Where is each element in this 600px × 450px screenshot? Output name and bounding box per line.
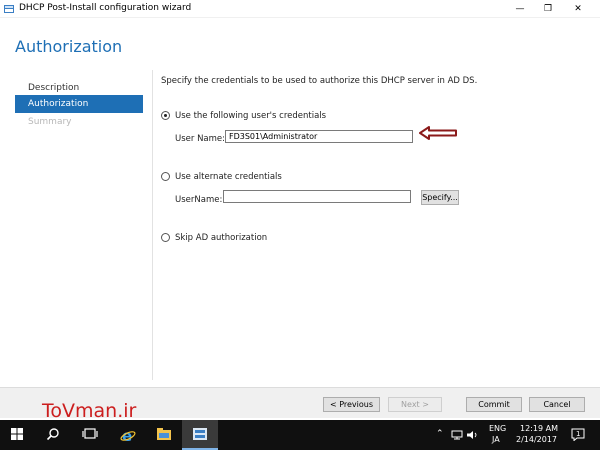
previous-button[interactable]: < Previous [323, 397, 380, 412]
watermark-text: ToVman.ir [42, 400, 137, 422]
wizard-screen: DHCP Post-Install configuration wizard —… [0, 0, 600, 450]
notifications-count: 1 [576, 430, 581, 438]
network-icon[interactable] [451, 430, 463, 440]
alternate-user-name-label: UserName: [175, 195, 223, 205]
radio-user-credentials[interactable] [161, 111, 170, 120]
clock-time[interactable]: 12:19 AM [520, 424, 558, 433]
keyboard-indicator[interactable]: JA [492, 435, 500, 444]
user-name-label: User Name: [175, 134, 226, 144]
search-icon [46, 428, 59, 441]
server-manager-icon [193, 428, 207, 440]
intro-text: Specify the credentials to be used to au… [161, 76, 478, 86]
next-button[interactable]: Next > [388, 397, 442, 412]
task-view-icon [82, 428, 98, 439]
radio-alternate-credentials-label[interactable]: Use alternate credentials [175, 172, 282, 182]
radio-skip-authorization[interactable] [161, 233, 170, 242]
server-manager-button[interactable] [182, 420, 218, 450]
close-button[interactable]: ✕ [563, 0, 593, 18]
title-bar: DHCP Post-Install configuration wizard —… [0, 0, 600, 18]
specify-button[interactable]: Specify... [421, 190, 459, 205]
alternate-user-name-input[interactable] [223, 190, 411, 203]
file-explorer-button[interactable] [146, 420, 182, 450]
language-indicator[interactable]: ENG [489, 424, 506, 433]
tray-overflow-chevron-icon[interactable]: ⌃ [436, 429, 444, 439]
radio-alternate-credentials[interactable] [161, 172, 170, 181]
search-button[interactable] [36, 420, 72, 450]
user-name-input[interactable]: FD3S01\Administrator [225, 130, 413, 143]
arrow-annotation-icon [419, 126, 457, 140]
commit-button[interactable]: Commit [466, 397, 522, 412]
file-explorer-icon [157, 428, 171, 440]
cancel-button[interactable]: Cancel [529, 397, 585, 412]
content-panel: Specify the credentials to be used to au… [152, 70, 592, 380]
internet-explorer-button[interactable]: e [110, 420, 146, 450]
start-button[interactable] [0, 420, 36, 450]
windows-start-icon [11, 428, 23, 440]
clock-date[interactable]: 2/14/2017 [516, 435, 557, 444]
minimize-button[interactable]: — [505, 0, 535, 18]
maximize-button[interactable]: ❐ [533, 0, 563, 18]
nav-item-authorization[interactable]: Authorization [15, 95, 143, 113]
radio-user-credentials-label[interactable]: Use the following user's credentials [175, 111, 326, 121]
internet-explorer-icon: e [120, 427, 136, 443]
radio-skip-authorization-label[interactable]: Skip AD authorization [175, 233, 267, 243]
window-title: DHCP Post-Install configuration wizard [19, 3, 192, 13]
taskbar: e ⌃ ENG JA 12:19 AM 2/14/2017 1 [0, 420, 600, 450]
task-view-button[interactable] [72, 420, 108, 450]
nav-item-summary: Summary [28, 117, 72, 127]
dhcp-app-icon [4, 5, 14, 13]
volume-icon[interactable] [466, 430, 478, 440]
page-title: Authorization [15, 37, 123, 56]
